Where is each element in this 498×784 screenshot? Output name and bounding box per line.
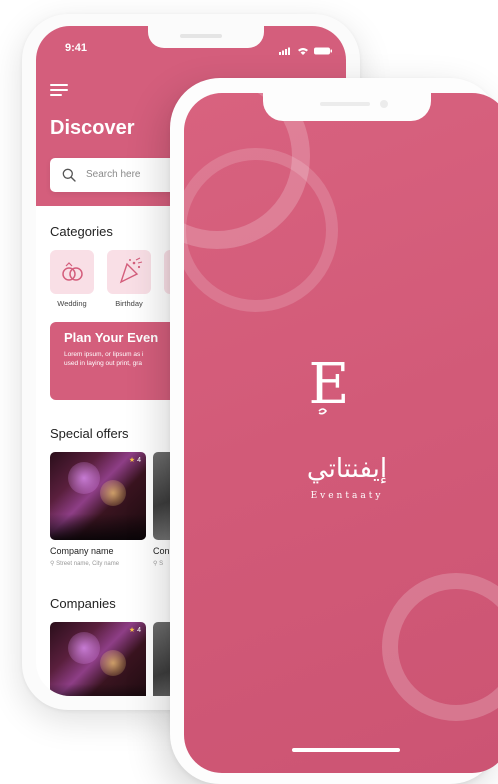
brand-arabic-name: إيفنتاتي — [306, 454, 388, 484]
signal-wifi-battery-icon — [279, 47, 332, 55]
decor-ring — [184, 148, 338, 312]
rating-badge: ★ 4 — [129, 626, 141, 634]
status-icons — [277, 43, 337, 55]
home-indicator[interactable] — [292, 748, 400, 752]
page-title: Discover — [50, 117, 135, 139]
banner-title: Plan Your Even — [64, 330, 159, 345]
banner-description: Lorem ipsum, or lipsum as i used in layi… — [64, 350, 143, 368]
rings-icon — [62, 262, 83, 281]
category-wedding[interactable] — [50, 250, 94, 294]
company-name: Con — [153, 546, 170, 556]
speaker-grille — [320, 102, 370, 106]
banner-line: used in laying out print, gra — [64, 360, 143, 367]
company-card-image[interactable]: ★ 4 — [50, 622, 146, 696]
decor-ring — [382, 573, 498, 721]
eventaaty-logo-icon: E — [309, 352, 350, 417]
location-text: Street name, City name — [56, 561, 120, 567]
menu-icon[interactable] — [50, 84, 68, 96]
category-birthday[interactable] — [107, 250, 151, 294]
crowd-silhouette — [50, 684, 146, 696]
rating-badge: ★ 4 — [129, 456, 141, 464]
brand-latin-name: Eventaaty — [310, 491, 384, 501]
splash-screen: E إيفنتاتي Eventaaty — [184, 93, 498, 773]
location-pin-icon: ⚲ — [50, 561, 55, 567]
search-icon — [62, 168, 76, 182]
offer-card-image[interactable]: ★ 4 — [50, 452, 146, 540]
star-icon: ★ — [128, 627, 136, 634]
special-offers-heading: Special offers — [50, 426, 129, 441]
rating-value: 4 — [137, 457, 141, 464]
company-name: Company name — [50, 546, 114, 556]
location-text: S — [159, 561, 164, 567]
companies-heading: Companies — [50, 596, 116, 611]
location-pin-icon: ⚲ — [153, 561, 158, 567]
stage-light — [68, 462, 100, 494]
company-location: ⚲ Street name, City name — [50, 560, 119, 567]
status-time: 9:41 — [65, 42, 88, 54]
company-location: ⚲ S — [153, 560, 163, 567]
crowd-silhouette — [50, 514, 146, 540]
category-label: Birthday — [115, 299, 143, 308]
categories-heading: Categories — [50, 224, 113, 239]
speaker-grille — [180, 34, 222, 38]
stage-light — [68, 632, 100, 664]
phone-notch — [263, 93, 431, 121]
logo-letter: E — [309, 352, 350, 417]
search-placeholder: Search here — [86, 169, 141, 180]
stage-light — [100, 650, 126, 676]
front-camera — [380, 100, 388, 108]
stage-light — [100, 480, 126, 506]
star-icon: ★ — [128, 457, 136, 464]
rating-value: 4 — [137, 627, 141, 634]
confetti-icon — [119, 257, 143, 284]
banner-line: Lorem ipsum, or lipsum as i — [64, 351, 144, 358]
category-label: Wedding — [57, 299, 87, 308]
